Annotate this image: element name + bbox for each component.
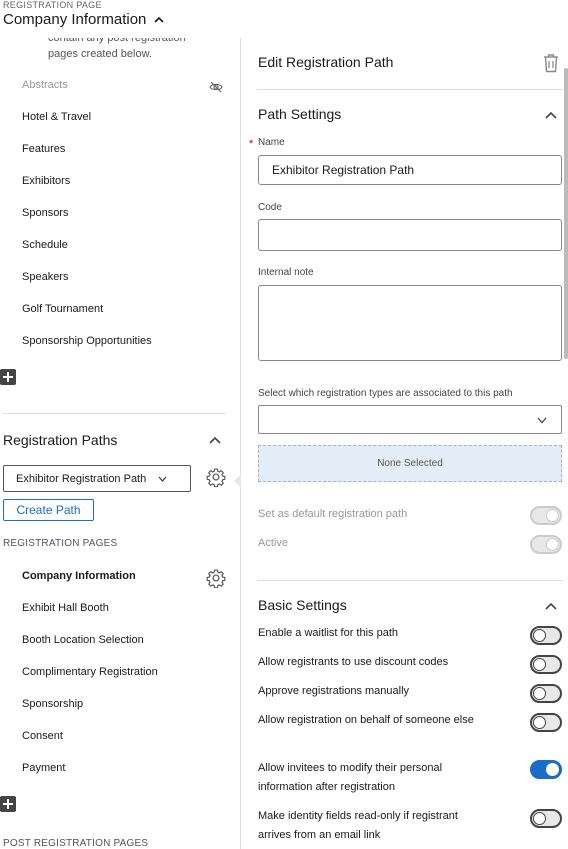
registration-pages-label: REGISTRATION PAGES (3, 538, 118, 549)
top-header: REGISTRATION PAGE Company Information (0, 0, 568, 38)
section-divider (257, 580, 563, 581)
code-label: Code (258, 202, 282, 213)
chevron-up-icon (154, 16, 164, 23)
panel-title: Edit Registration Path (258, 54, 394, 70)
page-item-schedule[interactable]: Schedule (22, 239, 68, 251)
page-item-complimentary-registration[interactable]: Complimentary Registration (22, 666, 158, 678)
page-item-sponsors[interactable]: Sponsors (22, 207, 68, 219)
active-toggle[interactable] (530, 535, 562, 554)
modify-info-label: Allow invitees to modify their personal … (258, 762, 443, 793)
page-item-company-information[interactable]: Company Information (22, 570, 136, 582)
section-divider (3, 413, 226, 414)
post-registration-pages-label: POST REGISTRATION PAGES (3, 838, 149, 849)
chevron-down-icon (158, 476, 167, 482)
trash-icon[interactable] (542, 53, 560, 73)
page-item-sponsorship[interactable]: Sponsorship (22, 698, 83, 710)
page-item-sponsorship-opportunities[interactable]: Sponsorship Opportunities (22, 335, 152, 347)
pages-description: contain any post registration pages crea… (48, 38, 186, 60)
chevron-up-icon[interactable] (209, 436, 221, 444)
active-label: Active (258, 537, 288, 549)
page-item-exhibit-hall-booth[interactable]: Exhibit Hall Booth (22, 602, 109, 614)
waitlist-label: Enable a waitlist for this path (258, 627, 399, 639)
on-behalf-label: Allow registration on behalf of someone … (258, 714, 474, 726)
default-path-toggle[interactable] (530, 506, 562, 525)
page-item-speakers[interactable]: Speakers (22, 271, 68, 283)
page-type-label: REGISTRATION PAGE (3, 0, 102, 10)
page-item-exhibitors[interactable]: Exhibitors (22, 175, 70, 187)
path-settings-title: Path Settings (258, 106, 342, 122)
page-item-golf-tournament[interactable]: Golf Tournament (22, 303, 103, 315)
modify-info-toggle[interactable] (530, 760, 562, 779)
code-input[interactable] (258, 219, 562, 251)
registration-path-select[interactable]: Exhibitor Registration Path (3, 465, 191, 492)
add-page-icon[interactable] (0, 369, 16, 385)
add-page-icon[interactable] (0, 796, 16, 812)
default-path-label: Set as default registration path (258, 508, 408, 520)
read-only-identity-label: Make identity fields read-only if regist… (258, 810, 458, 841)
internal-note-textarea[interactable] (258, 285, 562, 361)
name-label: Name (258, 137, 285, 148)
approve-manually-toggle[interactable] (530, 684, 562, 703)
page-item-consent[interactable]: Consent (22, 730, 63, 742)
page-title: Company Information (3, 11, 147, 28)
internal-note-label: Internal note (258, 267, 314, 278)
edit-path-panel: Edit Registration Path Path Settings * N… (240, 38, 568, 849)
name-input[interactable]: Exhibitor Registration Path (258, 155, 562, 185)
eye-off-icon[interactable] (209, 80, 223, 94)
left-panel: contain any post registration pages crea… (0, 38, 240, 849)
page-item-features[interactable]: Features (22, 143, 65, 155)
gear-icon[interactable] (206, 467, 226, 487)
read-only-identity-toggle[interactable] (530, 809, 562, 828)
discount-codes-toggle[interactable] (530, 655, 562, 674)
scrollbar[interactable] (564, 68, 568, 359)
chevron-up-icon[interactable] (545, 111, 557, 119)
basic-settings-title: Basic Settings (258, 597, 347, 613)
page-selector[interactable]: Company Information (3, 11, 164, 28)
page-item-abstracts[interactable]: Abstracts (22, 79, 68, 91)
required-asterisk: * (249, 138, 254, 150)
selected-path-label: Exhibitor Registration Path (16, 472, 147, 485)
waitlist-toggle[interactable] (530, 626, 562, 645)
page-item-booth-location-selection[interactable]: Booth Location Selection (22, 634, 144, 646)
on-behalf-toggle[interactable] (530, 713, 562, 732)
discount-codes-label: Allow registrants to use discount codes (258, 656, 449, 668)
registration-types-label: Select which registration types are asso… (258, 388, 513, 399)
registration-paths-title: Registration Paths (3, 432, 118, 448)
create-path-button[interactable]: Create Path (3, 499, 94, 521)
gear-icon[interactable] (206, 568, 226, 588)
section-divider (257, 89, 563, 90)
registration-types-select[interactable] (258, 405, 562, 434)
chevron-up-icon[interactable] (545, 602, 557, 610)
approve-manually-label: Approve registrations manually (258, 685, 410, 697)
chevron-down-icon (537, 417, 547, 424)
page-item-hotel-travel[interactable]: Hotel & Travel (22, 111, 91, 123)
selected-types-area: None Selected (258, 445, 562, 482)
page-item-payment[interactable]: Payment (22, 762, 65, 774)
